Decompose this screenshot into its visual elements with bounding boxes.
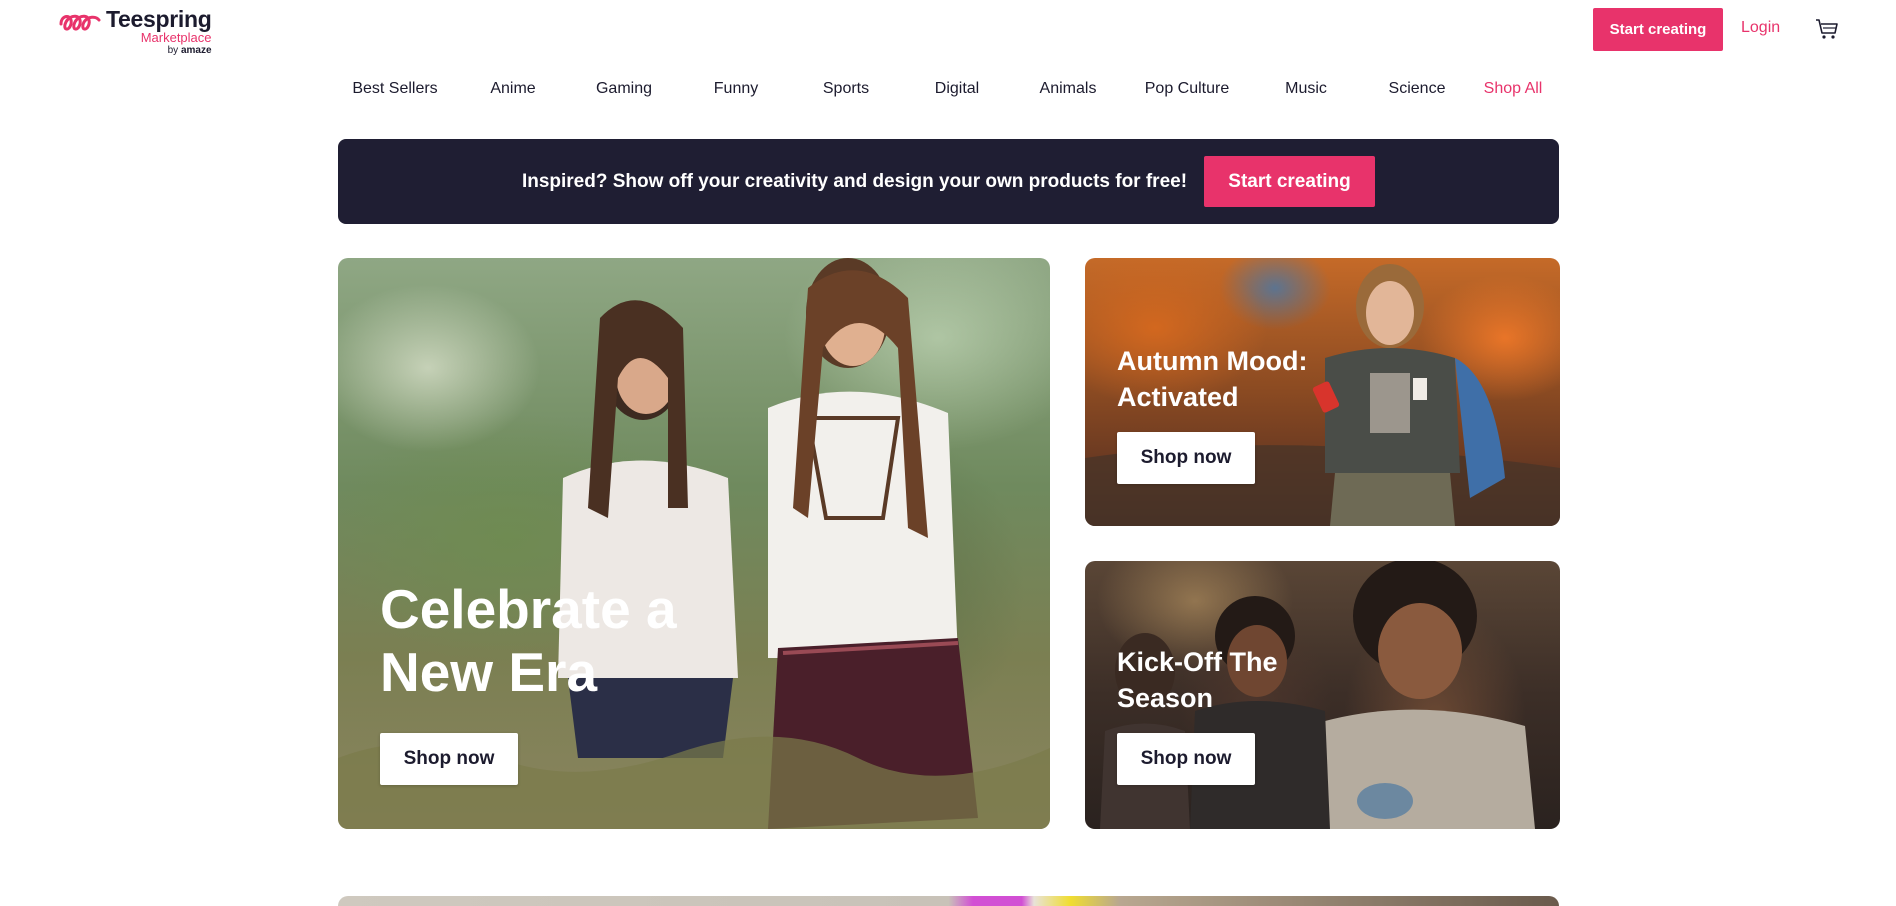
autumn-card-title: Autumn Mood: Activated: [1117, 346, 1308, 412]
nav-item-anime[interactable]: Anime: [490, 80, 535, 98]
hero-card-new-era[interactable]: Celebrate a New Era Shop now: [338, 258, 1050, 829]
promo-card-kick-off[interactable]: Kick-Off The Season Shop now: [1085, 561, 1560, 829]
kickoff-card-title: Kick-Off The Season: [1117, 647, 1278, 713]
logo-byline: by amaze: [168, 45, 212, 57]
nav-item-funny[interactable]: Funny: [714, 80, 758, 98]
login-link[interactable]: Login: [1741, 19, 1780, 37]
shop-now-button[interactable]: Shop now: [1117, 432, 1255, 484]
nav-item-music[interactable]: Music: [1285, 80, 1327, 98]
logo-name: Teespring: [106, 6, 212, 32]
hero-card-title: Celebrate a New Era: [380, 578, 677, 703]
nav-item-sports[interactable]: Sports: [823, 80, 869, 98]
nav-item-digital[interactable]: Digital: [935, 80, 979, 98]
nav-item-shop-all[interactable]: Shop All: [1484, 80, 1543, 98]
nav-item-gaming[interactable]: Gaming: [596, 80, 652, 98]
category-nav: Best Sellers Anime Gaming Funny Sports D…: [338, 80, 1560, 102]
next-section-preview: [338, 896, 1559, 906]
logo-text: Teespring Marketplace by amaze: [106, 6, 212, 57]
promo-card-autumn[interactable]: Autumn Mood: Activated Shop now: [1085, 258, 1560, 526]
start-creating-header-button[interactable]: Start creating: [1593, 8, 1723, 51]
banner-text: Inspired? Show off your creativity and d…: [521, 170, 1188, 192]
logo-by-brand: amaze: [180, 45, 212, 56]
creator-promo-banner: Inspired? Show off your creativity and d…: [338, 139, 1559, 224]
logo-subtitle: Marketplace: [140, 30, 212, 45]
nav-item-pop-culture[interactable]: Pop Culture: [1145, 80, 1230, 98]
start-creating-banner-button[interactable]: Start creating: [1204, 156, 1376, 207]
shop-now-button[interactable]: Shop now: [1117, 733, 1255, 785]
nav-item-animals[interactable]: Animals: [1040, 80, 1097, 98]
logo-by-word: by: [167, 45, 179, 56]
nav-item-science[interactable]: Science: [1389, 80, 1446, 98]
shop-now-button[interactable]: Shop now: [380, 733, 518, 785]
nav-item-best-sellers[interactable]: Best Sellers: [352, 80, 437, 98]
logo-loops-icon: [59, 14, 101, 31]
brand-logo[interactable]: Teespring Marketplace by amaze: [58, 6, 212, 58]
cart-icon[interactable]: [1815, 18, 1839, 40]
